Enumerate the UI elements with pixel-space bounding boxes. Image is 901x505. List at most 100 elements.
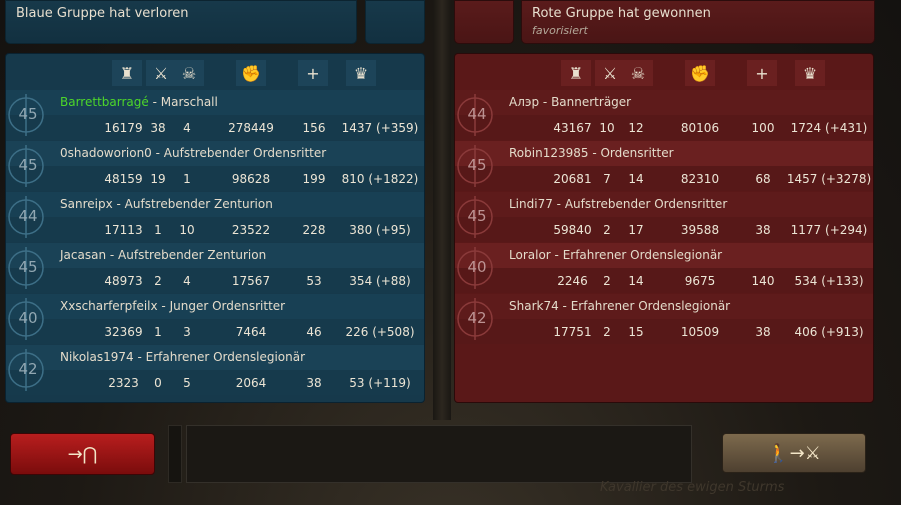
blue-player-row[interactable]: 42 Nikolas1974 - Erfahrener Ordenslegionä… — [6, 345, 424, 395]
player-name[interactable]: Sanreipx — [60, 197, 113, 211]
red-player-row[interactable]: 40 Loralor - Erfahrener Ordenslegionär 224… — [455, 243, 873, 293]
player-name[interactable]: Xxscharferpfeilx — [60, 299, 158, 313]
player-name[interactable]: Jacasan — [60, 248, 106, 262]
message-bar — [186, 425, 692, 483]
crown-icon[interactable]: ♛ — [795, 60, 825, 86]
player-rank-title: Aufstrebender Zenturion — [118, 248, 267, 262]
stat-kills: 38 — [150, 121, 166, 135]
player-name-title: Robin123985 - Ordensritter — [509, 146, 674, 160]
player-name-title: 0shadoworion0 - Aufstrebender Ordensritt… — [60, 146, 326, 160]
separator: - — [157, 299, 170, 313]
stat-points: 810 (+1822) — [341, 172, 419, 186]
blue-player-row[interactable]: 44 Sanreipx - Aufstrebender Zenturion 1711… — [6, 192, 424, 242]
player-level: 44 — [18, 207, 38, 225]
fist-icon[interactable]: ✊ — [685, 60, 715, 86]
stat-points: 1457 (+3278) — [786, 172, 872, 186]
player-level: 42 — [467, 309, 487, 327]
player-name[interactable]: Lindi77 — [509, 197, 553, 211]
blue-team-result: Blaue Gruppe hat verloren — [16, 6, 189, 21]
player-name-title: Lindi77 - Aufstrebender Ordensritter — [509, 197, 727, 211]
player-name[interactable]: Robin123985 — [509, 146, 589, 160]
player-name-title: Loralor - Erfahrener Ordenslegionär — [509, 248, 722, 262]
tower-icon[interactable]: ♜ — [112, 60, 142, 86]
stat-healing: 53 — [306, 274, 322, 288]
player-name-title: Jacasan - Aufstrebender Zenturion — [60, 248, 266, 262]
crossed-swords-icon[interactable]: ⚔ — [146, 60, 176, 86]
player-level: 45 — [18, 105, 38, 123]
stat-column-icons: ♜ ⚔ ☠ ✊ + ♛ — [6, 60, 424, 86]
player-name[interactable]: Loralor — [509, 248, 551, 262]
walk-to-fight-icon: 🚶→⚔ — [767, 442, 821, 464]
stat-kills: 2 — [154, 274, 162, 288]
stat-kills: 2 — [603, 223, 611, 237]
separator: - — [550, 248, 563, 262]
player-rank-title: Marschall — [160, 95, 218, 109]
player-name[interactable]: 0shadoworion0 — [60, 146, 152, 160]
separator: - — [133, 350, 146, 364]
player-name[interactable]: Nikolas1974 — [60, 350, 134, 364]
stat-deaths: 15 — [628, 325, 644, 339]
stat-deaths: 17 — [628, 223, 644, 237]
stat-healing: 199 — [302, 172, 326, 186]
join-fight-button[interactable]: 🚶→⚔ — [722, 433, 866, 473]
player-name[interactable]: Алэр — [509, 95, 539, 109]
stat-healing: 100 — [751, 121, 775, 135]
fist-icon[interactable]: ✊ — [236, 60, 266, 86]
player-name-title: Shark74 - Erfahrener Ordenslegionär — [509, 299, 730, 313]
stat-deaths: 14 — [628, 274, 644, 288]
crossed-swords-icon[interactable]: ⚔ — [595, 60, 625, 86]
stat-kills: 1 — [154, 223, 162, 237]
separator: - — [539, 95, 552, 109]
blue-player-row[interactable]: 45 Barrettbarragé - Marschall 16179 38 4 2784… — [6, 90, 424, 140]
stat-deaths: 4 — [183, 274, 191, 288]
stat-healing: 38 — [755, 223, 771, 237]
skull-icon[interactable]: ☠ — [623, 60, 653, 86]
stat-score: 20681 — [553, 172, 592, 186]
blue-team-header-slot — [365, 0, 425, 44]
red-player-row[interactable]: 42 Shark74 - Erfahrener Ordenslegionär 177… — [455, 294, 873, 344]
stat-damage: 7464 — [235, 325, 267, 339]
red-team-panel: ♜ ⚔ ☠ ✊ + ♛ 44 Алэр - Bannerträger 43167 10 12 801… — [454, 53, 874, 403]
red-player-row[interactable]: 44 Алэр - Bannerträger 43167 10 12 80106 100 17… — [455, 90, 873, 140]
red-player-row[interactable]: 45 Robin123985 - Ordensritter 20681 7 14 8231… — [455, 141, 873, 191]
crown-icon[interactable]: ♛ — [346, 60, 376, 86]
stat-damage: 2064 — [235, 376, 267, 390]
player-name-title: Алэр - Bannerträger — [509, 95, 631, 109]
blue-player-row[interactable]: 45 Jacasan - Aufstrebender Zenturion 48973… — [6, 243, 424, 293]
stat-healing: 38 — [755, 325, 771, 339]
stat-deaths: 14 — [628, 172, 644, 186]
player-level: 44 — [467, 105, 487, 123]
stat-damage: 23522 — [231, 223, 271, 237]
red-player-row[interactable]: 45 Lindi77 - Aufstrebender Ordensritter 59… — [455, 192, 873, 242]
player-rank-title: Bannerträger — [551, 95, 632, 109]
player-name[interactable]: Shark74 — [509, 299, 559, 313]
red-team-header: Rote Gruppe hat gewonnen favorisiert — [521, 0, 875, 44]
red-team-favored: favorisiert — [532, 24, 588, 37]
separator: - — [552, 197, 565, 211]
stat-healing: 68 — [755, 172, 771, 186]
stat-damage: 98628 — [231, 172, 271, 186]
plus-icon[interactable]: + — [747, 60, 777, 86]
tower-icon[interactable]: ♜ — [561, 60, 591, 86]
stat-score: 17113 — [104, 223, 143, 237]
separator: - — [588, 146, 601, 160]
stat-score: 2323 — [108, 376, 139, 390]
stat-kills: 19 — [150, 172, 166, 186]
blue-player-row[interactable]: 45 0shadoworion0 - Aufstrebender Ordensri… — [6, 141, 424, 191]
player-level: 45 — [18, 156, 38, 174]
stat-points: 380 (+95) — [349, 223, 411, 237]
player-level: 40 — [18, 309, 38, 327]
exit-arrow-icon: →⋂ — [67, 443, 98, 465]
player-name-title: Xxscharferpfeilx - Junger Ordensritter — [60, 299, 285, 313]
blue-player-row[interactable]: 40 Xxscharferpfeilx - Junger Ordensritter… — [6, 294, 424, 344]
player-rank-title: Erfahrener Ordenslegionär — [570, 299, 731, 313]
leave-battle-button[interactable]: →⋂ — [10, 433, 155, 475]
stat-score: 16179 — [104, 121, 143, 135]
separator: - — [151, 146, 164, 160]
plus-icon[interactable]: + — [298, 60, 328, 86]
player-name[interactable]: Barrettbarragé — [60, 95, 149, 109]
player-rank-title: Erfahrener Ordenslegionär — [145, 350, 306, 364]
skull-icon[interactable]: ☠ — [174, 60, 204, 86]
stat-kills: 0 — [154, 376, 162, 390]
separator: - — [558, 299, 571, 313]
